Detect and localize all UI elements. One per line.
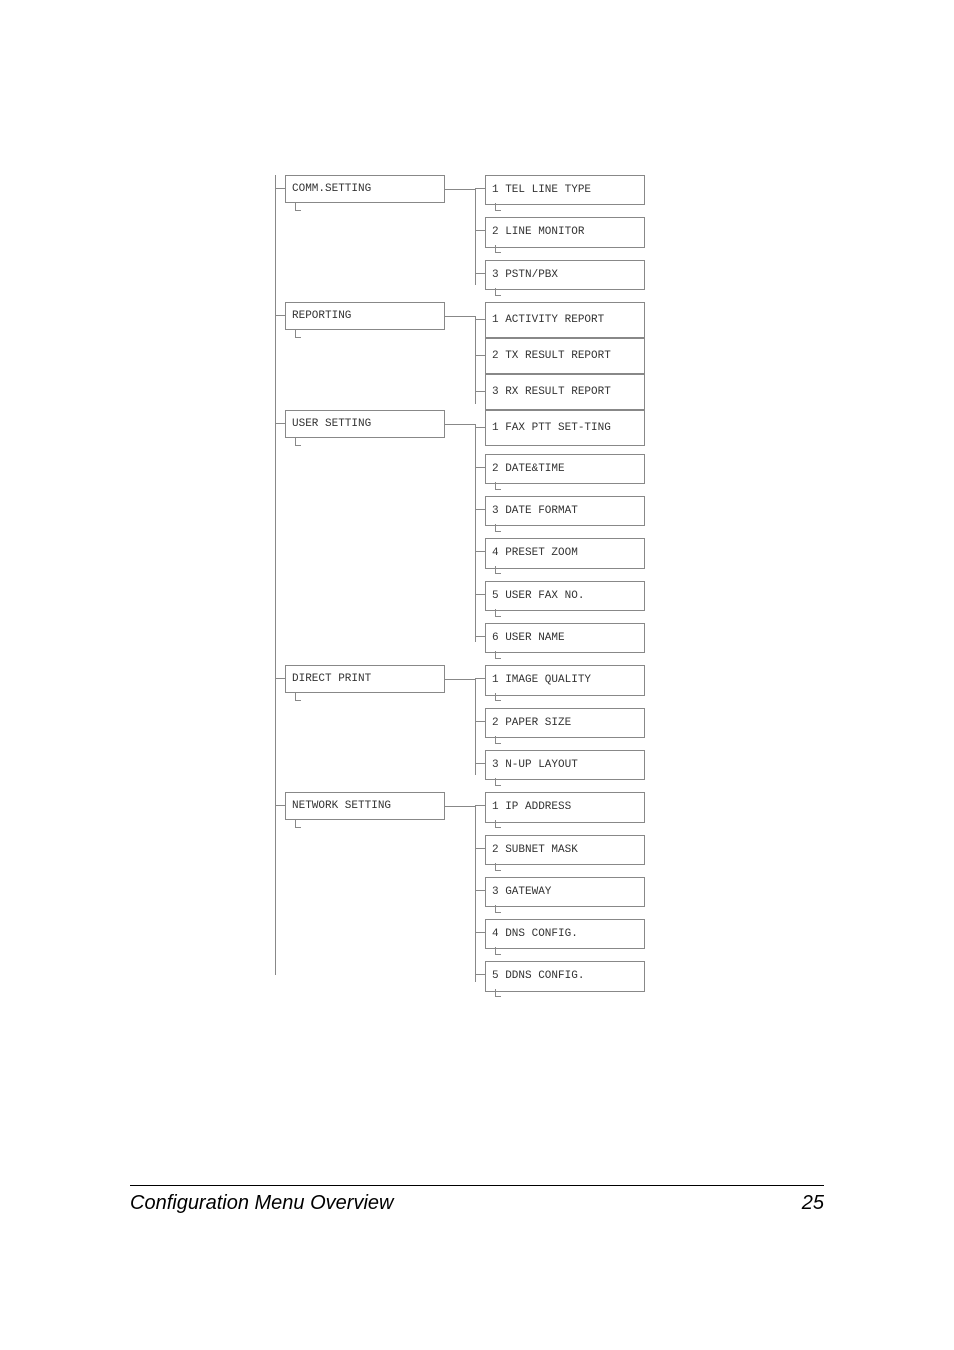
submenu-label: 1 TEL LINE TYPE — [492, 183, 591, 197]
menu-item: REPORTING — [285, 302, 445, 330]
group-user-setting: USER SETTING 1 FAX PTT SET-TING 2 DATE&T… — [275, 410, 685, 653]
submenu-label: 4 DNS CONFIG. — [492, 927, 578, 941]
page-number: 25 — [802, 1192, 824, 1215]
page-footer: Configuration Menu Overview 25 — [130, 1185, 824, 1215]
submenu-label: 5 DDNS CONFIG. — [492, 969, 584, 983]
submenu-label: 3 RX RESULT REPORT — [492, 385, 611, 399]
submenu-item: 4 PRESET ZOOM — [485, 538, 645, 568]
submenu-label: 3 N-UP LAYOUT — [492, 758, 578, 772]
menu-item: NETWORK SETTING — [285, 792, 445, 820]
submenu-item: 3 RX RESULT REPORT — [485, 374, 645, 410]
submenu-item: 4 DNS CONFIG. — [485, 919, 645, 949]
menu-label: COMM.SETTING — [292, 182, 371, 196]
menu-item: COMM.SETTING — [285, 175, 445, 203]
submenu-label: 2 LINE MONITOR — [492, 225, 584, 239]
submenu-item: 2 SUBNET MASK — [485, 835, 645, 865]
menu-label: DIRECT PRINT — [292, 672, 371, 686]
submenu-item: 5 USER FAX NO. — [485, 581, 645, 611]
submenu-item: 3 PSTN/PBX — [485, 260, 645, 290]
submenu-item: 3 GATEWAY — [485, 877, 645, 907]
submenu-item: 5 DDNS CONFIG. — [485, 961, 645, 991]
menu-label: REPORTING — [292, 309, 351, 323]
submenu-item: 1 ACTIVITY REPORT — [485, 302, 645, 338]
submenu-label: 1 IMAGE QUALITY — [492, 673, 591, 687]
submenu-label: 3 PSTN/PBX — [492, 268, 558, 282]
menu-item: DIRECT PRINT — [285, 665, 445, 693]
submenu-item: 2 PAPER SIZE — [485, 708, 645, 738]
submenu-item: 6 USER NAME — [485, 623, 645, 653]
submenu-item: 2 LINE MONITOR — [485, 217, 645, 247]
submenu-label: 2 DATE&TIME — [492, 462, 565, 476]
menu-label: USER SETTING — [292, 417, 371, 431]
submenu-label: 3 GATEWAY — [492, 885, 551, 899]
group-reporting: REPORTING 1 ACTIVITY REPORT 2 TX RESULT … — [275, 302, 685, 410]
submenu-label: 2 SUBNET MASK — [492, 843, 578, 857]
submenu-label: 1 FAX PTT SET-TING — [492, 421, 611, 435]
group-comm-setting: COMM.SETTING 1 TEL LINE TYPE 2 LINE MONI… — [275, 175, 685, 290]
submenu-label: 1 IP ADDRESS — [492, 800, 571, 814]
submenu-item: 3 N-UP LAYOUT — [485, 750, 645, 780]
menu-item: USER SETTING — [285, 410, 445, 438]
submenu-item: 2 TX RESULT REPORT — [485, 338, 645, 374]
submenu-item: 1 TEL LINE TYPE — [485, 175, 645, 205]
footer-title: Configuration Menu Overview — [130, 1192, 393, 1215]
menu-tree-diagram: COMM.SETTING 1 TEL LINE TYPE 2 LINE MONI… — [275, 175, 685, 1004]
group-network-setting: NETWORK SETTING 1 IP ADDRESS 2 SUBNET MA… — [275, 792, 685, 991]
submenu-label: 3 DATE FORMAT — [492, 504, 578, 518]
menu-label: NETWORK SETTING — [292, 799, 391, 813]
submenu-label: 2 TX RESULT REPORT — [492, 349, 611, 363]
submenu-item: 1 FAX PTT SET-TING — [485, 410, 645, 446]
submenu-item: 3 DATE FORMAT — [485, 496, 645, 526]
submenu-item: 1 IMAGE QUALITY — [485, 665, 645, 695]
submenu-item: 1 IP ADDRESS — [485, 792, 645, 822]
submenu-label: 4 PRESET ZOOM — [492, 546, 578, 560]
submenu-label: 6 USER NAME — [492, 631, 565, 645]
submenu-label: 5 USER FAX NO. — [492, 589, 584, 603]
submenu-label: 2 PAPER SIZE — [492, 716, 571, 730]
submenu-item: 2 DATE&TIME — [485, 454, 645, 484]
group-direct-print: DIRECT PRINT 1 IMAGE QUALITY 2 PAPER SIZ… — [275, 665, 685, 780]
submenu-label: 1 ACTIVITY REPORT — [492, 313, 604, 327]
